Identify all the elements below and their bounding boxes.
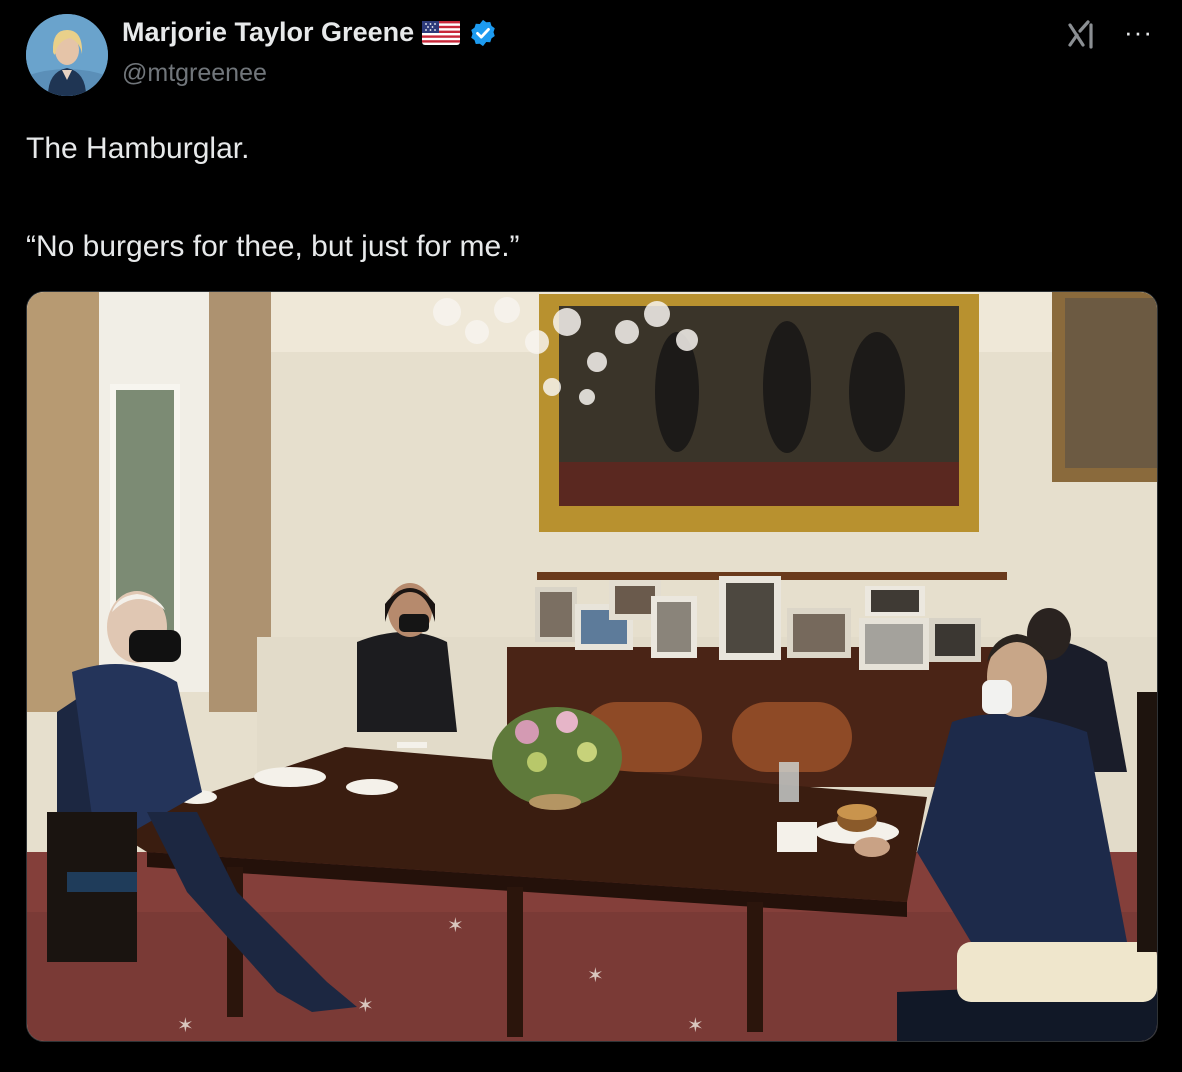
us-flag-icon bbox=[422, 20, 461, 45]
svg-text:✶: ✶ bbox=[177, 1015, 194, 1037]
tweet-media[interactable]: ✶✶ ✶✶ ✶✶ bbox=[26, 291, 1158, 1042]
svg-text:✶: ✶ bbox=[687, 1015, 704, 1037]
svg-text:✶: ✶ bbox=[587, 965, 604, 987]
dining-room-lunch-photo: ✶✶ ✶✶ ✶✶ bbox=[27, 292, 1157, 1041]
tweet-text-line: “No burgers for thee, but just for me.” bbox=[26, 230, 520, 263]
tweet-text: The Hamburglar. “No burgers for thee, bu… bbox=[26, 127, 520, 269]
author-display-name[interactable]: Marjorie Taylor Greene bbox=[122, 17, 414, 48]
more-options-icon[interactable]: ··· bbox=[1124, 19, 1153, 45]
grok-icon[interactable] bbox=[1066, 19, 1104, 51]
author-name-row[interactable]: Marjorie Taylor Greene bbox=[122, 17, 498, 48]
profile-photo-avatar bbox=[26, 14, 108, 96]
svg-text:✶: ✶ bbox=[357, 995, 374, 1017]
tweet-text-line: The Hamburglar. bbox=[26, 132, 250, 165]
svg-text:✶: ✶ bbox=[447, 915, 464, 937]
avatar[interactable] bbox=[26, 14, 108, 96]
verified-badge-icon bbox=[471, 19, 495, 46]
author-handle[interactable]: @mtgreenee bbox=[122, 59, 267, 88]
